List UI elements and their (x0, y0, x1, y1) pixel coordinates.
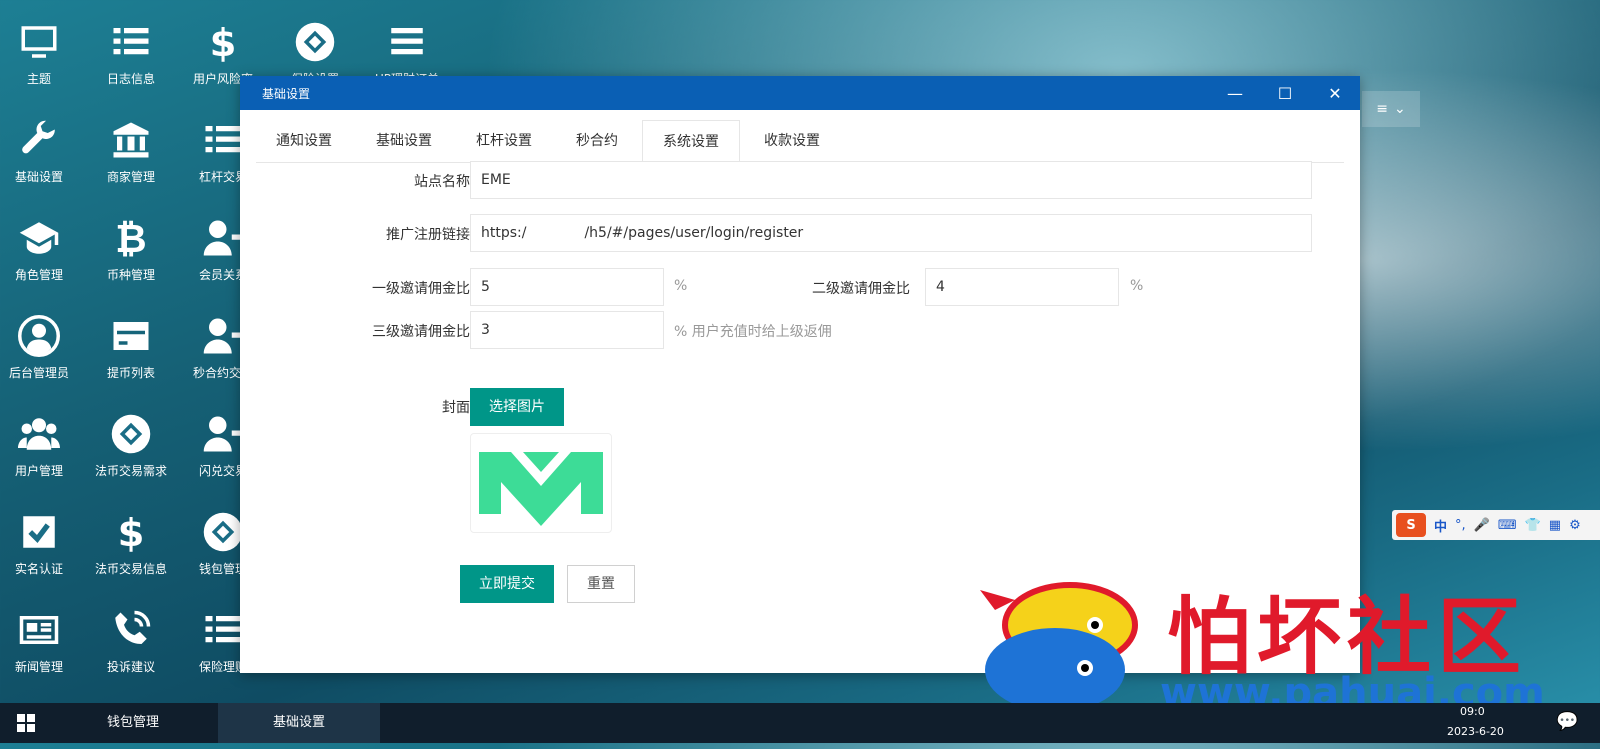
punctuation-icon[interactable]: °, (1455, 518, 1466, 533)
users-icon (15, 410, 63, 458)
reset-button[interactable]: 重置 (567, 565, 635, 603)
desktop-icon-label: 新闻管理 (14, 660, 63, 674)
windows-icon[interactable] (0, 703, 52, 743)
desktop-icon-label: 法币交易信息 (94, 562, 167, 576)
window-title: 基础设置 (262, 86, 311, 101)
settings-icon[interactable]: ⚙ (1569, 518, 1581, 533)
user-circle-icon (15, 312, 63, 360)
level1-input[interactable]: 5 (470, 268, 664, 306)
desktop-icon-label: 实名认证 (14, 562, 63, 576)
circle-logo-icon (107, 410, 155, 458)
tab-4[interactable]: 系统设置 (642, 120, 740, 164)
tab-0[interactable]: 通知设置 (256, 120, 352, 162)
desktop-icon-label: 后台管理员 (8, 366, 69, 380)
tab-bar: 通知设置 基础设置 杠杆设置 秒合约 系统设置 收款设置 (256, 120, 1344, 164)
maximize-button[interactable]: ☐ (1260, 76, 1310, 110)
desktop-icon[interactable]: 主题 (0, 4, 84, 94)
phone-icon (107, 606, 155, 654)
bank-icon (107, 116, 155, 164)
level2-unit: % (1130, 278, 1144, 294)
taskbar-item[interactable]: 基础设置 (218, 703, 380, 743)
circle-logo-icon (291, 18, 339, 66)
site-name-input[interactable]: EME (470, 161, 1312, 199)
register-link-suffix: /h5/#/pages/user/login/register (584, 225, 804, 241)
ime-mode[interactable]: 中 (1434, 516, 1447, 535)
credit-card-icon (107, 312, 155, 360)
bitcoin-icon: ₿ (107, 214, 155, 262)
clock-date: 2023-6-20 (1447, 725, 1504, 738)
desktop-icon[interactable]: 日志信息 (86, 4, 176, 94)
level3-label: 三级邀请佣金比 (372, 324, 470, 340)
dollar-icon: $ (107, 508, 155, 556)
desktop-icon[interactable]: 后台管理员 (0, 298, 84, 388)
mm-logo-icon (479, 452, 603, 526)
menu-icon (383, 18, 431, 66)
menu-icon[interactable]: ≡ (1376, 101, 1388, 117)
desktop-icon-label: 日志信息 (106, 72, 155, 86)
level2-label: 二级邀请佣金比 (812, 281, 910, 297)
cover-label: 封面 (442, 400, 470, 416)
window-titlebar[interactable]: 基础设置 — ☐ ✕ (240, 76, 1360, 110)
desktop-icon-label: 法币交易需求 (94, 464, 167, 478)
monitor-icon (15, 18, 63, 66)
desktop-icon-label: 角色管理 (14, 268, 63, 282)
desktop-icon[interactable]: 新闻管理 (0, 592, 84, 682)
check-square-icon (15, 508, 63, 556)
site-name-label: 站点名称 (414, 174, 470, 190)
wrench-icon (15, 116, 63, 164)
desktop-icon[interactable]: 基础设置 (0, 102, 84, 192)
tab-1[interactable]: 基础设置 (356, 120, 452, 162)
level3-hint: % 用户充值时给上级返佣 (674, 324, 832, 340)
desktop-icon[interactable]: 投诉建议 (86, 592, 176, 682)
svg-text:₿: ₿ (115, 217, 146, 259)
tab-5[interactable]: 收款设置 (744, 120, 840, 162)
svg-text:$: $ (118, 511, 145, 553)
desktop-icon[interactable]: $ 法币交易信息 (86, 494, 176, 584)
register-link-prefix: https:/ (481, 225, 527, 241)
sogou-logo-icon[interactable]: S (1396, 513, 1426, 537)
svg-text:$: $ (210, 21, 237, 63)
apps-icon[interactable]: ▦ (1549, 518, 1561, 533)
desktop-icon[interactable]: 角色管理 (0, 200, 84, 290)
graduation-cap-icon (15, 214, 63, 262)
minimize-button[interactable]: — (1210, 76, 1260, 110)
taskbar: 钱包管理 基础设置 09:0 2023-6-20 💬 (0, 703, 1600, 743)
level3-input[interactable]: 3 (470, 311, 664, 349)
microphone-icon[interactable]: 🎤 (1474, 518, 1490, 533)
list-icon (107, 18, 155, 66)
register-link-input[interactable]: https:/ /h5/#/pages/user/login/register (470, 214, 1312, 252)
close-button[interactable]: ✕ (1310, 76, 1360, 110)
newspaper-icon (15, 606, 63, 654)
desktop-icon[interactable]: 实名认证 (0, 494, 84, 584)
dollar-icon: $ (199, 18, 247, 66)
level1-label: 一级邀请佣金比 (372, 281, 470, 297)
window-tools[interactable]: ≡ ⌄ (1362, 91, 1420, 127)
choose-image-button[interactable]: 选择图片 (470, 388, 564, 426)
taskbar-item[interactable]: 钱包管理 (52, 703, 214, 743)
chevron-down-icon[interactable]: ⌄ (1394, 101, 1406, 117)
desktop-icon[interactable]: 商家管理 (86, 102, 176, 192)
desktop-icon-label: 提币列表 (106, 366, 155, 380)
desktop-icon-label: 商家管理 (106, 170, 155, 184)
keyboard-icon[interactable]: ⌨ (1498, 518, 1517, 533)
desktop-icon[interactable]: ₿ 币种管理 (86, 200, 176, 290)
ime-toolbar[interactable]: S 中 °, 🎤 ⌨ 👕 ▦ ⚙ (1392, 510, 1600, 540)
level2-input[interactable]: 4 (925, 268, 1119, 306)
desktop-icon-label: 投诉建议 (106, 660, 155, 674)
notification-icon[interactable]: 💬 (1556, 711, 1578, 732)
desktop-icon[interactable]: 用户管理 (0, 396, 84, 486)
tab-2[interactable]: 杠杆设置 (456, 120, 552, 162)
submit-button[interactable]: 立即提交 (460, 565, 554, 603)
desktop-icon[interactable]: 提币列表 (86, 298, 176, 388)
clock-time: 09:0 (1460, 705, 1485, 718)
tab-3[interactable]: 秒合约 (556, 120, 638, 162)
cover-preview (470, 433, 612, 533)
desktop-icon-label: 基础设置 (14, 170, 63, 184)
skin-icon[interactable]: 👕 (1525, 518, 1541, 533)
register-link-label: 推广注册链接 (386, 227, 470, 243)
desktop-icon-label: 主题 (26, 72, 51, 86)
desktop-icon-label: 币种管理 (106, 268, 155, 282)
desktop-icon[interactable]: 法币交易需求 (86, 396, 176, 486)
desktop-icon-label: 用户管理 (14, 464, 63, 478)
